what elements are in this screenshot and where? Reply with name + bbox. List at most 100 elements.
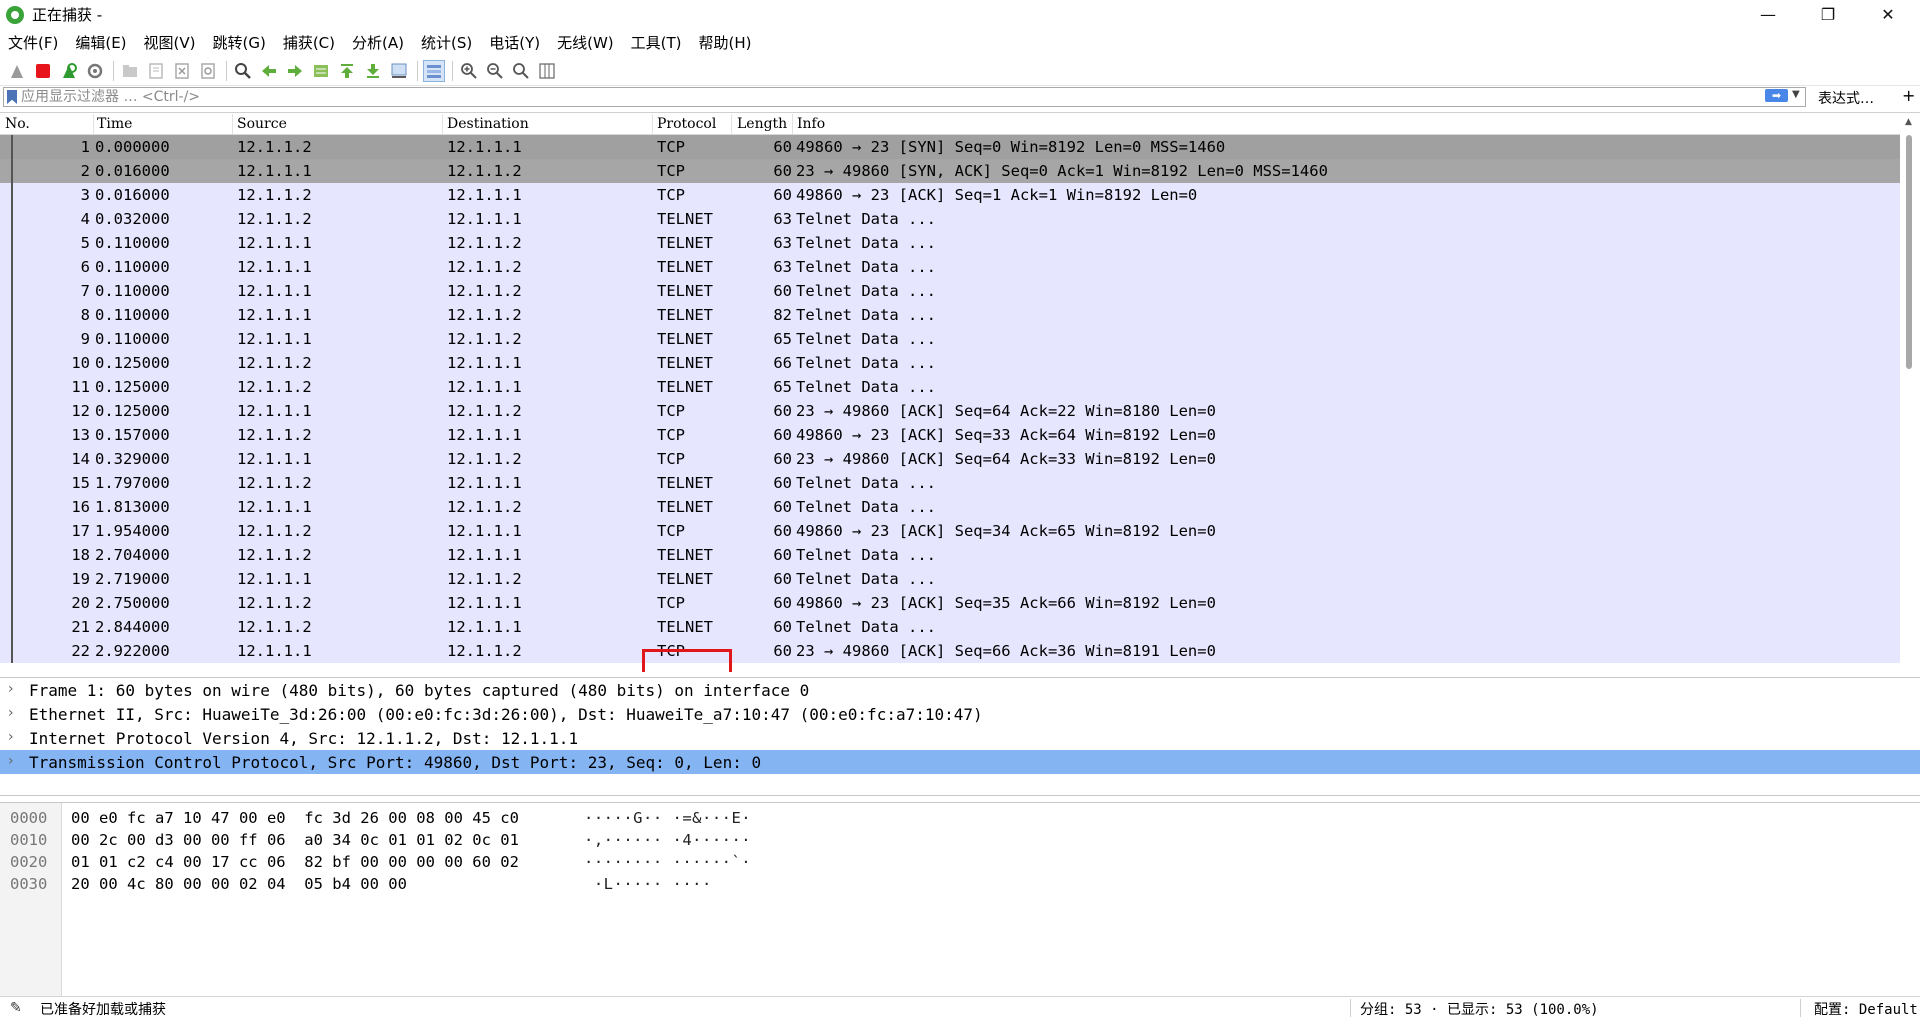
open-file-icon[interactable]	[119, 60, 141, 82]
packet-time: 2.844000	[95, 618, 170, 636]
restart-capture-icon[interactable]	[58, 60, 80, 82]
packet-source: 12.1.1.2	[237, 378, 312, 396]
column-header-time[interactable]: Time	[97, 116, 132, 132]
packet-list-scrollbar[interactable]: ▲	[1900, 113, 1920, 672]
profile-indicator[interactable]: 配置: Default	[1814, 999, 1918, 1018]
expression-button[interactable]: 表达式…	[1818, 88, 1874, 108]
menu-tools[interactable]: 工具(T)	[631, 32, 682, 53]
bytes-hex[interactable]: 00 2c 00 d3 00 00 ff 06 a0 34 0c 01 01 0…	[71, 831, 519, 853]
capture-options-icon[interactable]	[84, 60, 106, 82]
column-header-no[interactable]: No.	[5, 116, 30, 132]
bytes-hex[interactable]: 01 01 c2 c4 00 17 cc 06 82 bf 00 00 00 0…	[71, 853, 519, 875]
normal-size-icon[interactable]	[510, 60, 532, 82]
column-header-destination[interactable]: Destination	[447, 116, 529, 132]
close-file-icon[interactable]	[171, 60, 193, 82]
packet-row[interactable]: 7 0.110000 12.1.1.1 12.1.1.2 TELNET 60 Telnet …	[0, 279, 1900, 303]
packet-row[interactable]: 14 0.329000 12.1.1.1 12.1.1.2 TCP 60 23 → 4986…	[0, 447, 1900, 471]
packet-row[interactable]: 6 0.110000 12.1.1.1 12.1.1.2 TELNET 63 Telnet …	[0, 255, 1900, 279]
packet-row[interactable]: 19 2.719000 12.1.1.1 12.1.1.2 TELNET 60 Telnet…	[0, 567, 1900, 591]
menu-wireless[interactable]: 无线(W)	[557, 32, 614, 53]
last-packet-icon[interactable]	[362, 60, 384, 82]
packet-source: 12.1.1.2	[237, 210, 312, 228]
packet-row[interactable]: 4 0.032000 12.1.1.2 12.1.1.1 TELNET 63 Telnet …	[0, 207, 1900, 231]
packet-row[interactable]: 3 0.016000 12.1.1.2 12.1.1.1 TCP 60 49860 → 23…	[0, 183, 1900, 207]
packet-row[interactable]: 15 1.797000 12.1.1.2 12.1.1.1 TELNET 60 Telnet…	[0, 471, 1900, 495]
go-back-icon[interactable]	[258, 60, 280, 82]
menu-capture[interactable]: 捕获(C)	[283, 32, 335, 53]
column-header-info[interactable]: Info	[797, 116, 825, 132]
packet-destination: 12.1.1.2	[447, 282, 522, 300]
column-header-protocol[interactable]: Protocol	[657, 116, 716, 132]
packet-row[interactable]: 10 0.125000 12.1.1.2 12.1.1.1 TELNET 66 Telnet…	[0, 351, 1900, 375]
filter-history-dropdown-icon[interactable]: ▼	[1792, 89, 1800, 100]
bytes-ascii[interactable]: ·····G·· ·=&···E·	[584, 809, 751, 831]
add-filter-button[interactable]: +	[1902, 86, 1915, 105]
menu-file[interactable]: 文件(F)	[8, 32, 58, 53]
expand-chevron-icon[interactable]: ›	[8, 681, 14, 697]
packet-row[interactable]: 5 0.110000 12.1.1.1 12.1.1.2 TELNET 63 Telnet …	[0, 231, 1900, 255]
packet-row[interactable]: 13 0.157000 12.1.1.2 12.1.1.1 TCP 60 49860 → 2…	[0, 423, 1900, 447]
packet-row[interactable]: 18 2.704000 12.1.1.2 12.1.1.1 TELNET 60 Telnet…	[0, 543, 1900, 567]
menu-go[interactable]: 跳转(G)	[213, 32, 266, 53]
packet-row[interactable]: 2 0.016000 12.1.1.1 12.1.1.2 TCP 60 23 → 49860…	[0, 159, 1900, 183]
colorize-icon[interactable]	[423, 59, 445, 82]
close-button[interactable]: ✕	[1860, 0, 1916, 29]
packet-info: Telnet Data ...	[796, 546, 936, 564]
bytes-ascii[interactable]: ·,······ ·4······	[584, 831, 751, 853]
resize-columns-icon[interactable]	[536, 60, 558, 82]
go-forward-icon[interactable]	[284, 60, 306, 82]
menu-view[interactable]: 视图(V)	[144, 32, 196, 53]
detail-tree-item[interactable]: › Ethernet II, Src: HuaweiTe_3d:26:00 (00…	[0, 702, 1920, 726]
packet-row[interactable]: 22 2.922000 12.1.1.1 12.1.1.2 TCP 60 23 → 4986…	[0, 639, 1900, 663]
wireshark-app-icon	[6, 5, 24, 24]
packet-length: 66	[773, 354, 792, 372]
apply-filter-arrow-icon[interactable]: ➡	[1765, 89, 1788, 102]
menu-analyze[interactable]: 分析(A)	[352, 32, 404, 53]
zoom-out-icon[interactable]	[484, 60, 506, 82]
packet-row[interactable]: 20 2.750000 12.1.1.2 12.1.1.1 TCP 60 49860 → 2…	[0, 591, 1900, 615]
scroll-up-icon[interactable]: ▲	[1905, 117, 1912, 127]
detail-tree-item[interactable]: › Frame 1: 60 bytes on wire (480 bits), 6…	[0, 678, 1920, 702]
expand-chevron-icon[interactable]: ›	[8, 753, 14, 769]
expert-info-icon[interactable]: ✎	[10, 1000, 22, 1016]
packet-row[interactable]: 12 0.125000 12.1.1.1 12.1.1.2 TCP 60 23 → 4986…	[0, 399, 1900, 423]
packet-row[interactable]: 9 0.110000 12.1.1.1 12.1.1.2 TELNET 65 Telnet …	[0, 327, 1900, 351]
packet-row[interactable]: 1 0.000000 12.1.1.2 12.1.1.1 TCP 60 49860 → 23…	[0, 135, 1900, 159]
display-filter-input[interactable]	[21, 88, 1761, 106]
packet-row[interactable]: 21 2.844000 12.1.1.2 12.1.1.1 TELNET 60 Telnet…	[0, 615, 1900, 639]
go-to-packet-icon[interactable]	[310, 60, 332, 82]
packet-row[interactable]: 17 1.954000 12.1.1.2 12.1.1.1 TCP 60 49860 → 2…	[0, 519, 1900, 543]
title-bar: 正在捕获 - — ❐ ✕	[0, 0, 1920, 29]
bookmark-icon[interactable]	[7, 90, 17, 104]
expand-chevron-icon[interactable]: ›	[8, 705, 14, 721]
expand-chevron-icon[interactable]: ›	[8, 729, 14, 745]
scrollbar-thumb[interactable]	[1906, 135, 1912, 369]
detail-tree-item[interactable]: › Transmission Control Protocol, Src Port…	[0, 750, 1920, 774]
minimize-button[interactable]: —	[1740, 0, 1796, 29]
zoom-in-icon[interactable]	[458, 60, 480, 82]
bytes-hex[interactable]: 20 00 4c 80 00 00 02 04 05 b4 00 00	[71, 875, 407, 897]
reload-file-icon[interactable]	[197, 60, 219, 82]
auto-scroll-icon[interactable]	[388, 60, 410, 82]
save-file-icon[interactable]	[145, 60, 167, 82]
menu-help[interactable]: 帮助(H)	[699, 32, 752, 53]
stop-capture-icon[interactable]	[32, 60, 54, 82]
packet-source: 12.1.1.1	[237, 402, 312, 420]
packet-row[interactable]: 8 0.110000 12.1.1.1 12.1.1.2 TELNET 82 Telnet …	[0, 303, 1900, 327]
bytes-hex[interactable]: 00 e0 fc a7 10 47 00 e0 fc 3d 26 00 08 0…	[71, 809, 519, 831]
detail-tree-item[interactable]: › Internet Protocol Version 4, Src: 12.1.…	[0, 726, 1920, 750]
menu-telephony[interactable]: 电话(Y)	[489, 32, 540, 53]
maximize-button[interactable]: ❐	[1800, 0, 1856, 29]
bytes-ascii[interactable]: ········ ······`·	[584, 853, 751, 875]
find-packet-icon[interactable]	[232, 60, 254, 82]
packet-row[interactable]: 11 0.125000 12.1.1.2 12.1.1.1 TELNET 65 Telnet…	[0, 375, 1900, 399]
column-header-source[interactable]: Source	[237, 116, 287, 132]
packet-row[interactable]: 16 1.813000 12.1.1.1 12.1.1.2 TELNET 60 Telnet…	[0, 495, 1900, 519]
packet-protocol: TCP	[657, 162, 685, 180]
shark-fin-start-icon[interactable]	[6, 60, 28, 82]
menu-edit[interactable]: 编辑(E)	[75, 32, 126, 53]
bytes-ascii[interactable]: ·L····· ····	[584, 875, 712, 897]
menu-statistics[interactable]: 统计(S)	[421, 32, 472, 53]
first-packet-icon[interactable]	[336, 60, 358, 82]
column-header-length[interactable]: Length	[737, 116, 787, 132]
